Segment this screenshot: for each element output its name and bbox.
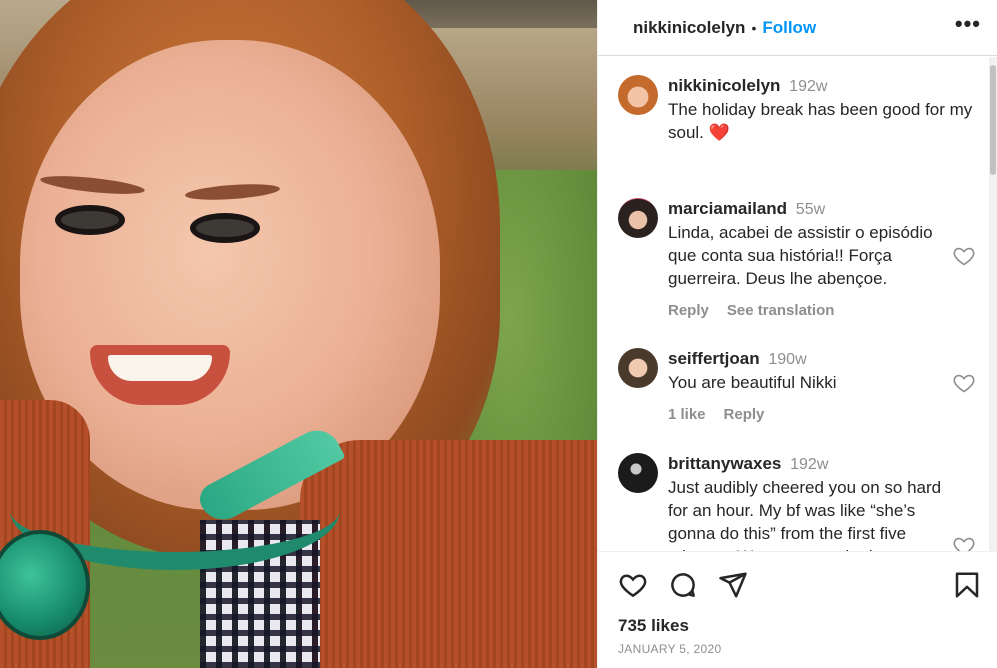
- comment-actions: 1 like Reply: [668, 406, 978, 423]
- reply-button[interactable]: Reply: [724, 406, 765, 423]
- photo-eye-left: [55, 205, 125, 235]
- likes-count[interactable]: 735 likes: [618, 616, 982, 636]
- comment-header: seiffertjoan 190w: [668, 348, 978, 371]
- reply-button[interactable]: Reply: [668, 302, 709, 319]
- comment-time[interactable]: 55w: [796, 201, 825, 218]
- caption-text: The holiday break has been good for my s…: [668, 100, 973, 142]
- likes-count-button[interactable]: 1 like: [668, 406, 706, 423]
- caption-username[interactable]: nikkinicolelyn: [668, 76, 780, 95]
- post-header: nikkinicolelyn • Follow •••: [598, 0, 997, 56]
- avatar[interactable]: [618, 75, 658, 115]
- comment-item: seiffertjoan 190w You are beautiful Nikk…: [618, 348, 978, 423]
- comments-list[interactable]: nikkinicolelyn 192w The holiday break ha…: [598, 57, 997, 551]
- caption-content: nikkinicolelyn 192w The holiday break ha…: [668, 75, 978, 144]
- comment-item: marciamailand 55w Linda, acabei de assis…: [618, 198, 978, 319]
- comment-header: brittanywaxes 192w: [668, 453, 978, 476]
- comment-username[interactable]: marciamailand: [668, 199, 787, 218]
- comment-time[interactable]: 192w: [790, 456, 828, 473]
- avatar[interactable]: [618, 198, 658, 238]
- comment-icon[interactable]: [668, 570, 698, 600]
- post-date[interactable]: JANUARY 5, 2020: [618, 642, 982, 656]
- post-actions: 735 likes JANUARY 5, 2020: [598, 551, 997, 668]
- heart-icon[interactable]: [952, 534, 976, 551]
- heart-icon[interactable]: [618, 570, 648, 600]
- post-side-panel: nikkinicolelyn • Follow ••• nikkinicolel…: [597, 0, 997, 668]
- photo-sweater: [300, 440, 597, 668]
- follow-button[interactable]: Follow: [762, 18, 816, 38]
- caption-time[interactable]: 192w: [789, 78, 827, 95]
- see-translation-button[interactable]: See translation: [727, 302, 835, 319]
- comment-username[interactable]: brittanywaxes: [668, 454, 781, 473]
- share-icon[interactable]: [718, 570, 748, 600]
- comment-text: Linda, acabei de assistir o episódio que…: [668, 223, 933, 288]
- bookmark-icon[interactable]: [952, 570, 982, 600]
- comment-item: brittanywaxes 192w Just audibly cheered …: [618, 453, 978, 551]
- post-username[interactable]: nikkinicolelyn: [633, 18, 745, 38]
- post-photo[interactable]: [0, 0, 597, 668]
- comment-text: Just audibly cheered you on so hard for …: [668, 478, 942, 551]
- header-separator: •: [751, 19, 757, 36]
- scrollbar-thumb[interactable]: [990, 65, 996, 175]
- comment-content: seiffertjoan 190w You are beautiful Nikk…: [668, 348, 978, 423]
- comment-username[interactable]: seiffertjoan: [668, 349, 760, 368]
- photo-teeth: [108, 355, 212, 381]
- comment-content: brittanywaxes 192w Just audibly cheered …: [668, 453, 978, 551]
- comment-text: You are beautiful Nikki: [668, 373, 837, 392]
- caption-entry: nikkinicolelyn 192w The holiday break ha…: [618, 75, 978, 144]
- avatar[interactable]: [618, 348, 658, 388]
- comment-header: marciamailand 55w: [668, 198, 978, 221]
- comments-scrollbar[interactable]: [989, 57, 997, 551]
- heart-icon[interactable]: [952, 371, 976, 395]
- more-horizontal-icon[interactable]: •••: [955, 12, 981, 37]
- caption-header: nikkinicolelyn 192w: [668, 75, 978, 98]
- action-icons: [618, 570, 982, 600]
- comment-actions: Reply See translation: [668, 302, 978, 319]
- photo-eye-right: [190, 213, 260, 243]
- avatar[interactable]: [618, 453, 658, 493]
- comment-time[interactable]: 190w: [768, 351, 806, 368]
- comment-content: marciamailand 55w Linda, acabei de assis…: [668, 198, 978, 319]
- heart-icon[interactable]: [952, 244, 976, 268]
